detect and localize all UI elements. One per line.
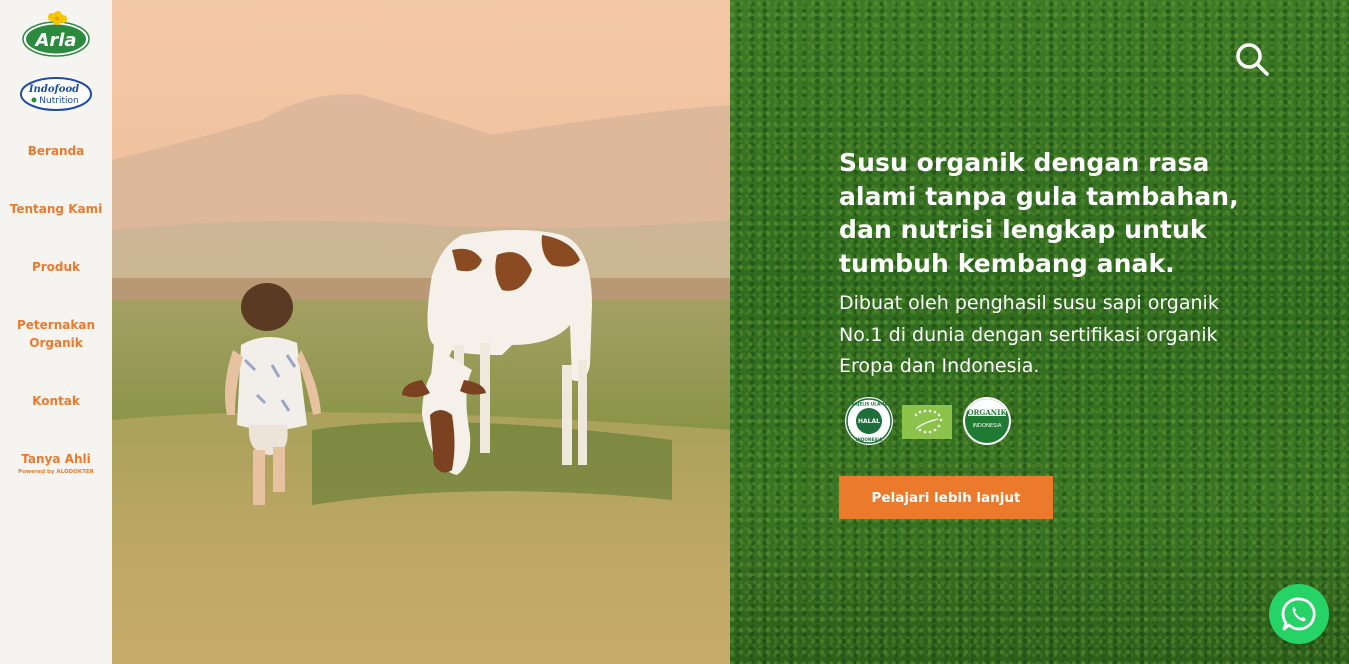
whatsapp-icon: [1281, 597, 1316, 631]
hero-subtext: Dibuat oleh penghasil susu sapi organik …: [839, 292, 1219, 377]
svg-text:ORGANIK: ORGANIK: [967, 408, 1007, 417]
arla-logo-text: Arla: [33, 30, 76, 51]
indofood-logo-text: Indofood: [28, 84, 79, 95]
eu-organic-leaf-badge: [902, 405, 952, 439]
hero-content-panel: Susu organik dengan rasa alami tanpa gul…: [730, 0, 1349, 664]
nav-item-peternakan-organik[interactable]: Peternakan Organik: [0, 316, 112, 352]
svg-text:INDONESIA: INDONESIA: [972, 423, 1001, 429]
nutrition-logo-text: Nutrition: [39, 96, 78, 106]
search-icon[interactable]: [1235, 42, 1269, 76]
nav-item-tentang-kami[interactable]: Tentang Kami: [0, 200, 112, 218]
hero-headline: Susu organik dengan rasa alami tanpa gul…: [839, 148, 1239, 278]
svg-text:MAJELIS ULAMA: MAJELIS ULAMA: [850, 402, 888, 407]
indofood-nutrition-logo[interactable]: Indofood Nutrition: [19, 76, 93, 112]
svg-text:HALAL: HALAL: [858, 418, 880, 425]
svg-text:INDONESIA: INDONESIA: [856, 437, 883, 442]
arla-logo[interactable]: Arla: [22, 10, 90, 58]
learn-more-button[interactable]: Pelajari lebih lanjut: [839, 476, 1053, 519]
organik-indonesia-badge: ORGANIK INDONESIA: [963, 397, 1011, 445]
nav-item-kontak[interactable]: Kontak: [0, 392, 112, 410]
sidebar: Arla Indofood Nutrition Beranda Tentang …: [0, 0, 112, 664]
hero-photo-child-and-calf: [112, 0, 730, 664]
nav-item-produk[interactable]: Produk: [0, 258, 112, 276]
nav-item-tanya-ahli-label: Tanya Ahli: [21, 452, 91, 466]
powered-by-alodokter: Powered by ALODOKTER: [18, 469, 94, 475]
nav-item-tanya-ahli[interactable]: Tanya Ahli Powered by ALODOKTER: [0, 450, 112, 476]
whatsapp-chat-button[interactable]: [1269, 584, 1329, 644]
halal-certification-badge: MAJELIS ULAMA HALAL INDONESIA: [845, 397, 893, 445]
nav-item-beranda[interactable]: Beranda: [0, 142, 112, 160]
